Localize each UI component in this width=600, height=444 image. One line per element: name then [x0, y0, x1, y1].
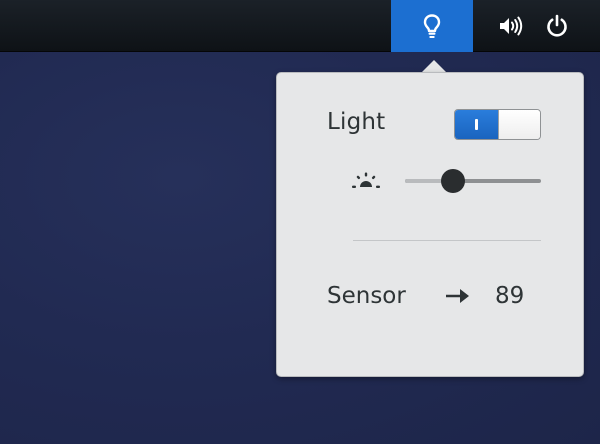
- right-arrow-icon: [446, 289, 469, 303]
- slider-handle[interactable]: [441, 169, 465, 193]
- light-indicator-button[interactable]: [391, 0, 473, 52]
- light-label: Light: [327, 109, 386, 135]
- power-icon: [547, 14, 567, 37]
- light-popover: Light Sensor 89: [276, 72, 584, 377]
- top-bar: [0, 0, 600, 52]
- brightness-icon: [352, 172, 380, 188]
- lightbulb-icon: [423, 14, 441, 38]
- volume-icon: [500, 16, 523, 36]
- switch-on-side: [455, 110, 498, 139]
- brightness-slider[interactable]: [405, 169, 541, 193]
- sensor-label: Sensor: [327, 283, 406, 309]
- light-toggle-switch[interactable]: [454, 109, 541, 140]
- switch-knob[interactable]: [498, 110, 540, 139]
- sensor-value: 89: [495, 283, 525, 309]
- separator: [353, 240, 541, 241]
- power-indicator-button[interactable]: [538, 0, 576, 52]
- volume-indicator-button[interactable]: [494, 0, 528, 52]
- switch-on-mark: [475, 119, 478, 130]
